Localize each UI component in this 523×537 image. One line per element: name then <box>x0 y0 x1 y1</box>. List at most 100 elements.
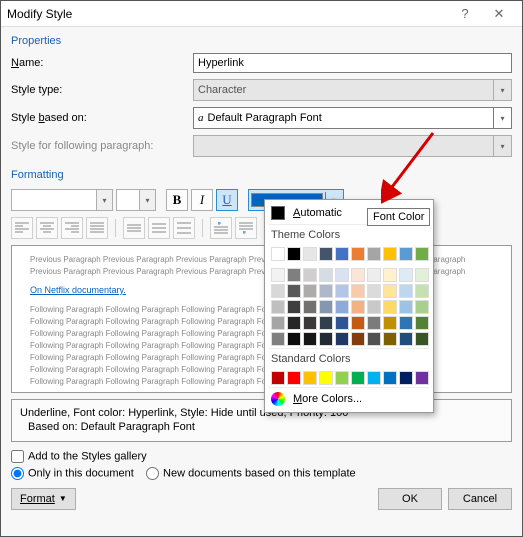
color-swatch[interactable] <box>303 247 317 261</box>
color-swatch[interactable] <box>399 332 413 346</box>
align-center-button[interactable] <box>36 217 58 239</box>
color-swatch[interactable] <box>335 247 349 261</box>
name-input[interactable] <box>193 53 512 73</box>
color-swatch[interactable] <box>351 284 365 298</box>
color-swatch[interactable] <box>415 284 429 298</box>
color-swatch[interactable] <box>287 316 301 330</box>
format-button[interactable]: Format▼ <box>11 488 76 510</box>
color-swatch[interactable] <box>287 332 301 346</box>
color-swatch[interactable] <box>319 268 333 282</box>
color-swatch[interactable] <box>383 268 397 282</box>
color-swatch[interactable] <box>367 284 381 298</box>
color-swatch[interactable] <box>399 300 413 314</box>
color-swatch[interactable] <box>335 332 349 346</box>
color-swatch[interactable] <box>319 247 333 261</box>
color-swatch[interactable] <box>303 316 317 330</box>
color-swatch[interactable] <box>287 284 301 298</box>
color-swatch[interactable] <box>271 300 285 314</box>
color-swatch[interactable] <box>383 300 397 314</box>
color-swatch[interactable] <box>415 332 429 346</box>
line-spacing-15-button[interactable] <box>148 217 170 239</box>
align-justify-button[interactable] <box>86 217 108 239</box>
bold-button[interactable]: B <box>166 189 188 211</box>
color-swatch[interactable] <box>271 316 285 330</box>
color-swatch[interactable] <box>335 284 349 298</box>
color-swatch[interactable] <box>415 316 429 330</box>
color-swatch[interactable] <box>415 247 429 261</box>
color-swatch[interactable] <box>399 316 413 330</box>
color-swatch[interactable] <box>399 268 413 282</box>
color-swatch[interactable] <box>383 332 397 346</box>
color-swatch[interactable] <box>335 371 349 385</box>
color-swatch[interactable] <box>367 316 381 330</box>
based-on-combo[interactable]: a Default Paragraph Font ▾ <box>193 107 512 129</box>
color-swatch[interactable] <box>367 300 381 314</box>
space-before-button[interactable] <box>210 217 232 239</box>
color-swatch[interactable] <box>399 247 413 261</box>
color-swatch[interactable] <box>367 268 381 282</box>
chevron-down-icon[interactable]: ▾ <box>96 190 112 210</box>
color-swatch[interactable] <box>335 300 349 314</box>
color-swatch[interactable] <box>351 300 365 314</box>
color-swatch[interactable] <box>367 332 381 346</box>
color-swatch[interactable] <box>351 316 365 330</box>
color-swatch[interactable] <box>303 300 317 314</box>
color-swatch[interactable] <box>271 371 285 385</box>
color-swatch[interactable] <box>399 284 413 298</box>
color-swatch[interactable] <box>319 316 333 330</box>
preview-pane: Previous Paragraph Previous Paragraph Pr… <box>11 245 512 393</box>
align-right-button[interactable] <box>61 217 83 239</box>
line-spacing-2-button[interactable] <box>173 217 195 239</box>
close-button[interactable]: ✕ <box>482 6 516 22</box>
help-button[interactable]: ? <box>448 6 482 21</box>
line-spacing-1-button[interactable] <box>123 217 145 239</box>
color-swatch[interactable] <box>271 247 285 261</box>
color-swatch[interactable] <box>415 371 429 385</box>
color-swatch[interactable] <box>351 268 365 282</box>
ok-button[interactable]: OK <box>378 488 442 510</box>
more-colors[interactable]: More Colors... <box>269 387 429 408</box>
color-swatch[interactable] <box>415 300 429 314</box>
color-swatch[interactable] <box>383 371 397 385</box>
color-swatch[interactable] <box>383 247 397 261</box>
color-swatch[interactable] <box>303 371 317 385</box>
only-doc-radio[interactable] <box>11 467 24 480</box>
color-swatch[interactable] <box>351 371 365 385</box>
style-description: Underline, Font color: Hyperlink, Style:… <box>11 399 512 442</box>
chevron-down-icon[interactable]: ▾ <box>139 190 155 210</box>
color-swatch[interactable] <box>319 284 333 298</box>
align-left-button[interactable] <box>11 217 33 239</box>
color-swatch[interactable] <box>287 268 301 282</box>
color-swatch[interactable] <box>351 247 365 261</box>
space-after-button[interactable] <box>235 217 257 239</box>
color-swatch[interactable] <box>383 284 397 298</box>
color-swatch[interactable] <box>287 300 301 314</box>
chevron-down-icon[interactable]: ▾ <box>493 108 511 128</box>
color-swatch[interactable] <box>319 371 333 385</box>
color-swatch[interactable] <box>271 268 285 282</box>
color-swatch[interactable] <box>415 268 429 282</box>
color-swatch[interactable] <box>383 316 397 330</box>
font-size-combo[interactable]: ▾ <box>116 189 156 211</box>
italic-button[interactable]: I <box>191 189 213 211</box>
color-swatch[interactable] <box>271 332 285 346</box>
color-swatch[interactable] <box>367 371 381 385</box>
color-swatch[interactable] <box>303 284 317 298</box>
color-swatch[interactable] <box>303 268 317 282</box>
color-swatch[interactable] <box>287 371 301 385</box>
cancel-button[interactable]: Cancel <box>448 488 512 510</box>
color-swatch[interactable] <box>335 316 349 330</box>
underline-button[interactable]: U <box>216 189 238 211</box>
add-gallery-checkbox[interactable] <box>11 450 24 463</box>
color-swatch[interactable] <box>287 247 301 261</box>
color-swatch[interactable] <box>351 332 365 346</box>
color-swatch[interactable] <box>303 332 317 346</box>
color-swatch[interactable] <box>319 332 333 346</box>
color-swatch[interactable] <box>319 300 333 314</box>
color-swatch[interactable] <box>335 268 349 282</box>
color-swatch[interactable] <box>367 247 381 261</box>
new-docs-radio[interactable] <box>146 467 159 480</box>
color-swatch[interactable] <box>399 371 413 385</box>
color-swatch[interactable] <box>271 284 285 298</box>
font-name-combo[interactable]: ▾ <box>11 189 113 211</box>
